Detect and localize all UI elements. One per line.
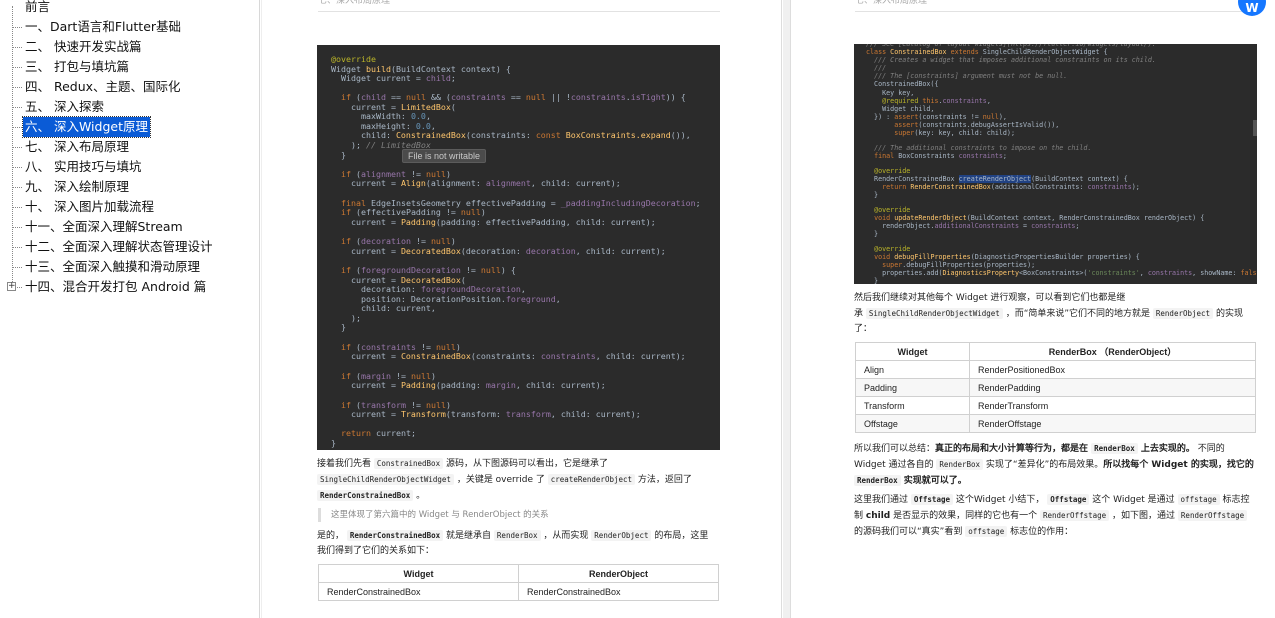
tree-connector (12, 67, 22, 68)
tree-connector (12, 167, 22, 168)
tree-connector (12, 267, 22, 268)
relation-table-1: Widget RenderObject RenderConstrainedBox… (318, 564, 719, 601)
toc-item-label: 八、 实用技巧与填坑 (25, 159, 142, 174)
toc-item[interactable]: 一、Dart语言和Flutter基础 (0, 17, 255, 37)
toc-item-label: 十四、混合开发打包 Android 篇 (25, 279, 207, 294)
toc-item[interactable]: 六、 深入Widget原理 (0, 116, 255, 138)
table-cell: Offstage (855, 414, 970, 433)
toc-item[interactable]: 五、 深入探索 (0, 97, 255, 117)
table-cell: Align (855, 360, 970, 379)
code-screenshot-constrainedbox: @override Widget build(BuildContext cont… (317, 45, 720, 450)
toc-item[interactable]: 二、 快速开发实战篇 (0, 37, 255, 57)
toc-item-label: 九、 深入绘制原理 (25, 179, 129, 194)
toc-item-label: 七、 深入布局原理 (25, 139, 129, 154)
page-header: 七、深入布局原理 (855, 0, 1255, 12)
table-cell: Transform (855, 396, 970, 415)
table-header: Widget (855, 342, 970, 361)
toc-item-label: 十一、全面深入理解Stream (25, 219, 183, 234)
toc-item-label: 十二、全面深入理解状态管理设计 (25, 239, 213, 254)
tree-connector (12, 27, 22, 28)
toc-item-label: 十、 深入图片加载流程 (25, 199, 154, 214)
page-gap (783, 0, 791, 618)
tree-connector (12, 247, 22, 248)
table-cell: RenderPadding (969, 378, 1256, 397)
tree-connector (12, 187, 22, 188)
toc-item[interactable]: 十一、全面深入理解Stream (0, 217, 255, 237)
toc-item[interactable]: + 十四、混合开发打包 Android 篇 (0, 277, 255, 297)
renderbox-table: Widget RenderBox （RenderObject） Align Ren… (855, 342, 1256, 433)
document-page-1: 七、深入布局原理 @override Widget build(BuildCon… (262, 0, 782, 618)
paragraph-4: 所以我们可以总结：真正的布局和大小计算等行为，都是在 RenderBox 上去实… (854, 443, 1254, 486)
tree-connector (12, 107, 22, 108)
table-header: RenderBox （RenderObject） (969, 342, 1256, 361)
toc-item[interactable]: 三、 打包与填坑篇 (0, 57, 255, 77)
table-cell: Padding (855, 378, 970, 397)
toc-item[interactable]: 九、 深入绘制原理 (0, 177, 255, 197)
toc-item-label: 五、 深入探索 (25, 99, 104, 114)
blockquote: 这里体现了第六篇中的 Widget 与 RenderObject 的关系 (318, 508, 718, 522)
table-row: Align RenderPositionedBox (855, 360, 1256, 379)
toc-item[interactable]: 八、 实用技巧与填坑 (0, 157, 255, 177)
tree-connector (12, 227, 22, 228)
toc-item[interactable]: 十、 深入图片加载流程 (0, 197, 255, 217)
tree-connector (12, 147, 22, 148)
table-cell: RenderConstrainedBox (518, 582, 719, 601)
toc-item-label: 四、 Redux、主题、国际化 (25, 79, 181, 94)
tree-connector (12, 87, 22, 88)
toc-item[interactable]: 十二、全面深入理解状态管理设计 (0, 237, 255, 257)
tree-connector (12, 207, 22, 208)
code-screenshot-offstage: /// See [Catalog of layout widgets](http… (854, 44, 1257, 284)
toc-item-label: 二、 快速开发实战篇 (25, 39, 142, 54)
paragraph-5: 这里我们通过 Offstage 这个Widget 小结下， Offstage 这… (854, 494, 1250, 537)
table-cell: RenderConstrainedBox (318, 582, 519, 601)
toc-item[interactable]: 四、 Redux、主题、国际化 (0, 77, 255, 97)
toc-item-label: 十三、全面深入触摸和滑动原理 (25, 259, 201, 274)
reader-app: 前言一、Dart语言和Flutter基础 二、 快速开发实战篇 三、 打包与填坑篇四… (0, 0, 1275, 618)
table-of-contents: 前言一、Dart语言和Flutter基础 二、 快速开发实战篇 三、 打包与填坑篇四… (0, 0, 260, 618)
tree-connector (12, 127, 22, 128)
table-header: RenderObject (518, 564, 719, 583)
toc-item[interactable]: 十三、全面深入触摸和滑动原理 (0, 257, 255, 277)
code-scrollbar[interactable] (1253, 120, 1257, 136)
toc-item[interactable]: 前言 (0, 0, 255, 17)
table-row: Transform RenderTransform (855, 396, 1256, 415)
tooltip: File is not writable (402, 149, 487, 163)
tree-connector (12, 47, 22, 48)
page-header: 七、深入布局原理 (318, 0, 720, 12)
toc-item-label: 六、 深入Widget原理 (22, 116, 151, 138)
table-row: Padding RenderPadding (855, 378, 1256, 397)
paragraph-2: 是的， RenderConstrainedBox 就是继承自 RenderBox… (317, 530, 709, 556)
table-cell: RenderOffstage (969, 414, 1256, 433)
document-page-2: 七、深入布局原理 /// See [Catalog of layout widg… (791, 0, 1275, 618)
paragraph-1: 接着我们先看 ConstrainedBox 源码，从下图源码可以看出，它是继承了… (317, 458, 692, 501)
table-row: Offstage RenderOffstage (855, 414, 1256, 433)
toc-item[interactable]: 七、 深入布局原理 (0, 137, 255, 157)
table-cell: RenderTransform (969, 396, 1256, 415)
code-body: @override Widget build(BuildContext cont… (331, 54, 701, 448)
table-row: RenderConstrainedBox RenderConstrainedBo… (318, 582, 719, 601)
table-header: Widget (318, 564, 519, 583)
paragraph-3: 然后我们继续对其他每个 Widget 进行观察，可以看到它们也都是继 承 Sin… (854, 293, 1243, 334)
toc-item-label: 一、Dart语言和Flutter基础 (25, 19, 182, 34)
toc-item-label: 三、 打包与填坑篇 (25, 59, 129, 74)
expand-icon[interactable]: + (7, 282, 16, 291)
table-cell: RenderPositionedBox (969, 360, 1256, 379)
toc-item-label: 前言 (25, 0, 51, 14)
